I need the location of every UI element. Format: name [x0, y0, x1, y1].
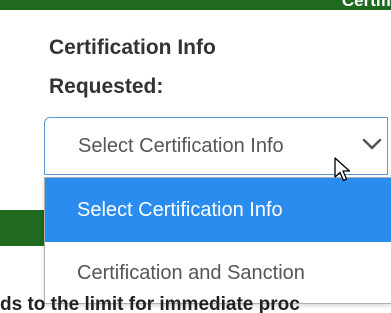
option-select-certification-info[interactable]: Select Certification Info — [45, 178, 391, 242]
header-bar: Certifi — [0, 0, 391, 10]
mouse-pointer-icon — [334, 157, 351, 182]
page: Certifi Certification Info Requested: Se… — [0, 0, 391, 313]
label-line-2: Requested: — [49, 75, 164, 98]
background-green-strip — [0, 210, 44, 246]
select-dropdown-list: Select Certification Info Certification … — [44, 177, 391, 304]
select-current-value: Select Certification Info — [78, 135, 284, 157]
header-text: Certifi — [341, 0, 391, 10]
background-partial-text: ds to the limit for immediate proc — [0, 294, 300, 313]
background-body-text: ds to the limit for immediate proc — [0, 291, 391, 313]
chevron-down-icon — [362, 138, 382, 150]
label-line-1: Certification Info — [49, 36, 216, 59]
certification-info-label: Certification Info Requested: — [49, 28, 369, 106]
